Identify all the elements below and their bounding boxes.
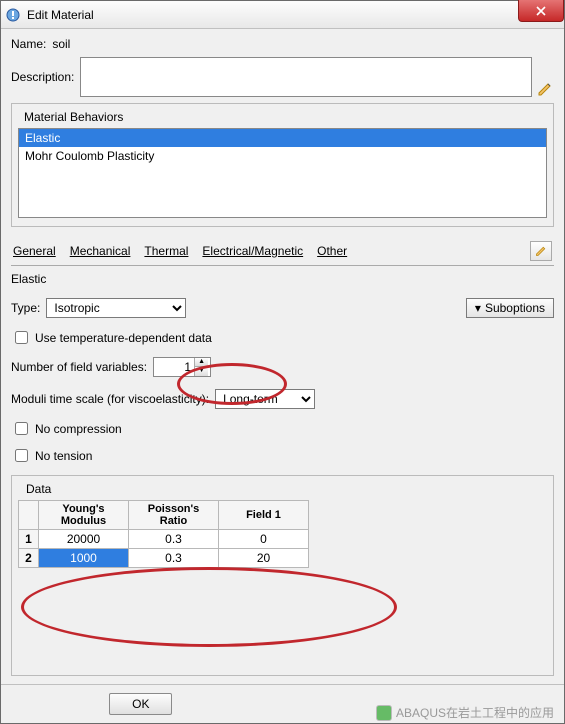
table-row[interactable]: 2 1000 0.3 20 bbox=[19, 549, 309, 568]
description-label: Description: bbox=[11, 70, 74, 84]
moduli-label: Moduli time scale (for viscoelasticity): bbox=[11, 392, 209, 406]
use-temp-checkbox[interactable]: Use temperature-dependent data bbox=[11, 328, 554, 347]
table-header-row: Young's Modulus Poisson's Ratio Field 1 bbox=[19, 501, 309, 530]
behaviors-list[interactable]: Elastic Mohr Coulomb Plasticity bbox=[18, 128, 547, 218]
cell-ym[interactable]: 20000 bbox=[39, 530, 129, 549]
dialog-content: Name: soil Description: Material Behavio… bbox=[1, 29, 564, 684]
no-compression-input[interactable] bbox=[15, 422, 28, 435]
behavior-item-elastic[interactable]: Elastic bbox=[19, 129, 546, 147]
num-field-vars-spinner[interactable]: ▲ ▼ bbox=[153, 357, 211, 377]
data-table[interactable]: Young's Modulus Poisson's Ratio Field 1 … bbox=[18, 500, 309, 568]
suboptions-button[interactable]: ▾ Suboptions bbox=[466, 298, 554, 318]
close-icon bbox=[536, 6, 546, 16]
watermark: ABAQUS在岩土工程中的应用 bbox=[376, 704, 554, 721]
moduli-row: Moduli time scale (for viscoelasticity):… bbox=[11, 389, 554, 409]
col-field-1: Field 1 bbox=[219, 501, 309, 530]
name-label: Name: bbox=[11, 37, 46, 51]
menu-bar: General Mechanical Thermal Electrical/Ma… bbox=[11, 237, 554, 266]
table-row[interactable]: 1 20000 0.3 0 bbox=[19, 530, 309, 549]
no-compression-checkbox[interactable]: No compression bbox=[11, 419, 554, 438]
edit-menu-button[interactable] bbox=[530, 241, 552, 261]
data-group: Data Young's Modulus Poisson's Ratio Fie… bbox=[11, 475, 554, 676]
no-tension-input[interactable] bbox=[15, 449, 28, 462]
elastic-heading: Elastic bbox=[11, 272, 554, 286]
material-behaviors-group: Material Behaviors Elastic Mohr Coulomb … bbox=[11, 103, 554, 227]
edit-description-button[interactable] bbox=[536, 57, 554, 97]
col-youngs-modulus: Young's Modulus bbox=[39, 501, 129, 530]
behavior-item-mohr-coulomb[interactable]: Mohr Coulomb Plasticity bbox=[19, 147, 546, 165]
dialog-footer: OK Cancel ABAQUS在岩土工程中的应用 bbox=[1, 684, 564, 723]
cell-pr[interactable]: 0.3 bbox=[129, 549, 219, 568]
pencil-icon bbox=[535, 245, 547, 257]
window-title: Edit Material bbox=[27, 8, 560, 22]
num-field-vars-input[interactable] bbox=[154, 358, 194, 376]
cell-pr[interactable]: 0.3 bbox=[129, 530, 219, 549]
col-poissons-ratio: Poisson's Ratio bbox=[129, 501, 219, 530]
close-button[interactable] bbox=[518, 0, 564, 22]
cell-ym[interactable]: 1000 bbox=[39, 549, 129, 568]
num-field-vars-row: Number of field variables: ▲ ▼ bbox=[11, 357, 554, 377]
name-value: soil bbox=[52, 37, 70, 51]
material-behaviors-legend: Material Behaviors bbox=[20, 110, 127, 124]
cell-f1[interactable]: 20 bbox=[219, 549, 309, 568]
moduli-select[interactable]: Long-term bbox=[215, 389, 315, 409]
chevron-down-icon: ▾ bbox=[475, 301, 481, 315]
menu-electrical[interactable]: Electrical/Magnetic bbox=[202, 244, 303, 258]
spinner-up-button[interactable]: ▲ bbox=[194, 358, 208, 367]
description-row: Description: bbox=[11, 57, 554, 97]
title-bar: Edit Material bbox=[1, 1, 564, 29]
spinner-down-button[interactable]: ▼ bbox=[194, 367, 208, 376]
num-field-vars-label: Number of field variables: bbox=[11, 360, 147, 374]
type-label: Type: bbox=[11, 301, 40, 315]
menu-mechanical[interactable]: Mechanical bbox=[70, 244, 131, 258]
type-select[interactable]: Isotropic bbox=[46, 298, 186, 318]
edit-material-dialog: Edit Material Name: soil Description: Ma… bbox=[0, 0, 565, 724]
use-temp-input[interactable] bbox=[15, 331, 28, 344]
ok-button[interactable]: OK bbox=[109, 693, 172, 715]
type-row: Type: Isotropic ▾ Suboptions bbox=[11, 298, 554, 318]
menu-general[interactable]: General bbox=[13, 244, 56, 258]
description-input[interactable] bbox=[80, 57, 532, 97]
name-row: Name: soil bbox=[11, 37, 554, 51]
data-legend: Data bbox=[22, 482, 55, 496]
pencil-icon bbox=[537, 81, 553, 97]
wechat-icon bbox=[376, 705, 392, 721]
menu-other[interactable]: Other bbox=[317, 244, 347, 258]
cell-f1[interactable]: 0 bbox=[219, 530, 309, 549]
no-tension-checkbox[interactable]: No tension bbox=[11, 446, 554, 465]
menu-thermal[interactable]: Thermal bbox=[144, 244, 188, 258]
app-icon bbox=[5, 7, 21, 23]
